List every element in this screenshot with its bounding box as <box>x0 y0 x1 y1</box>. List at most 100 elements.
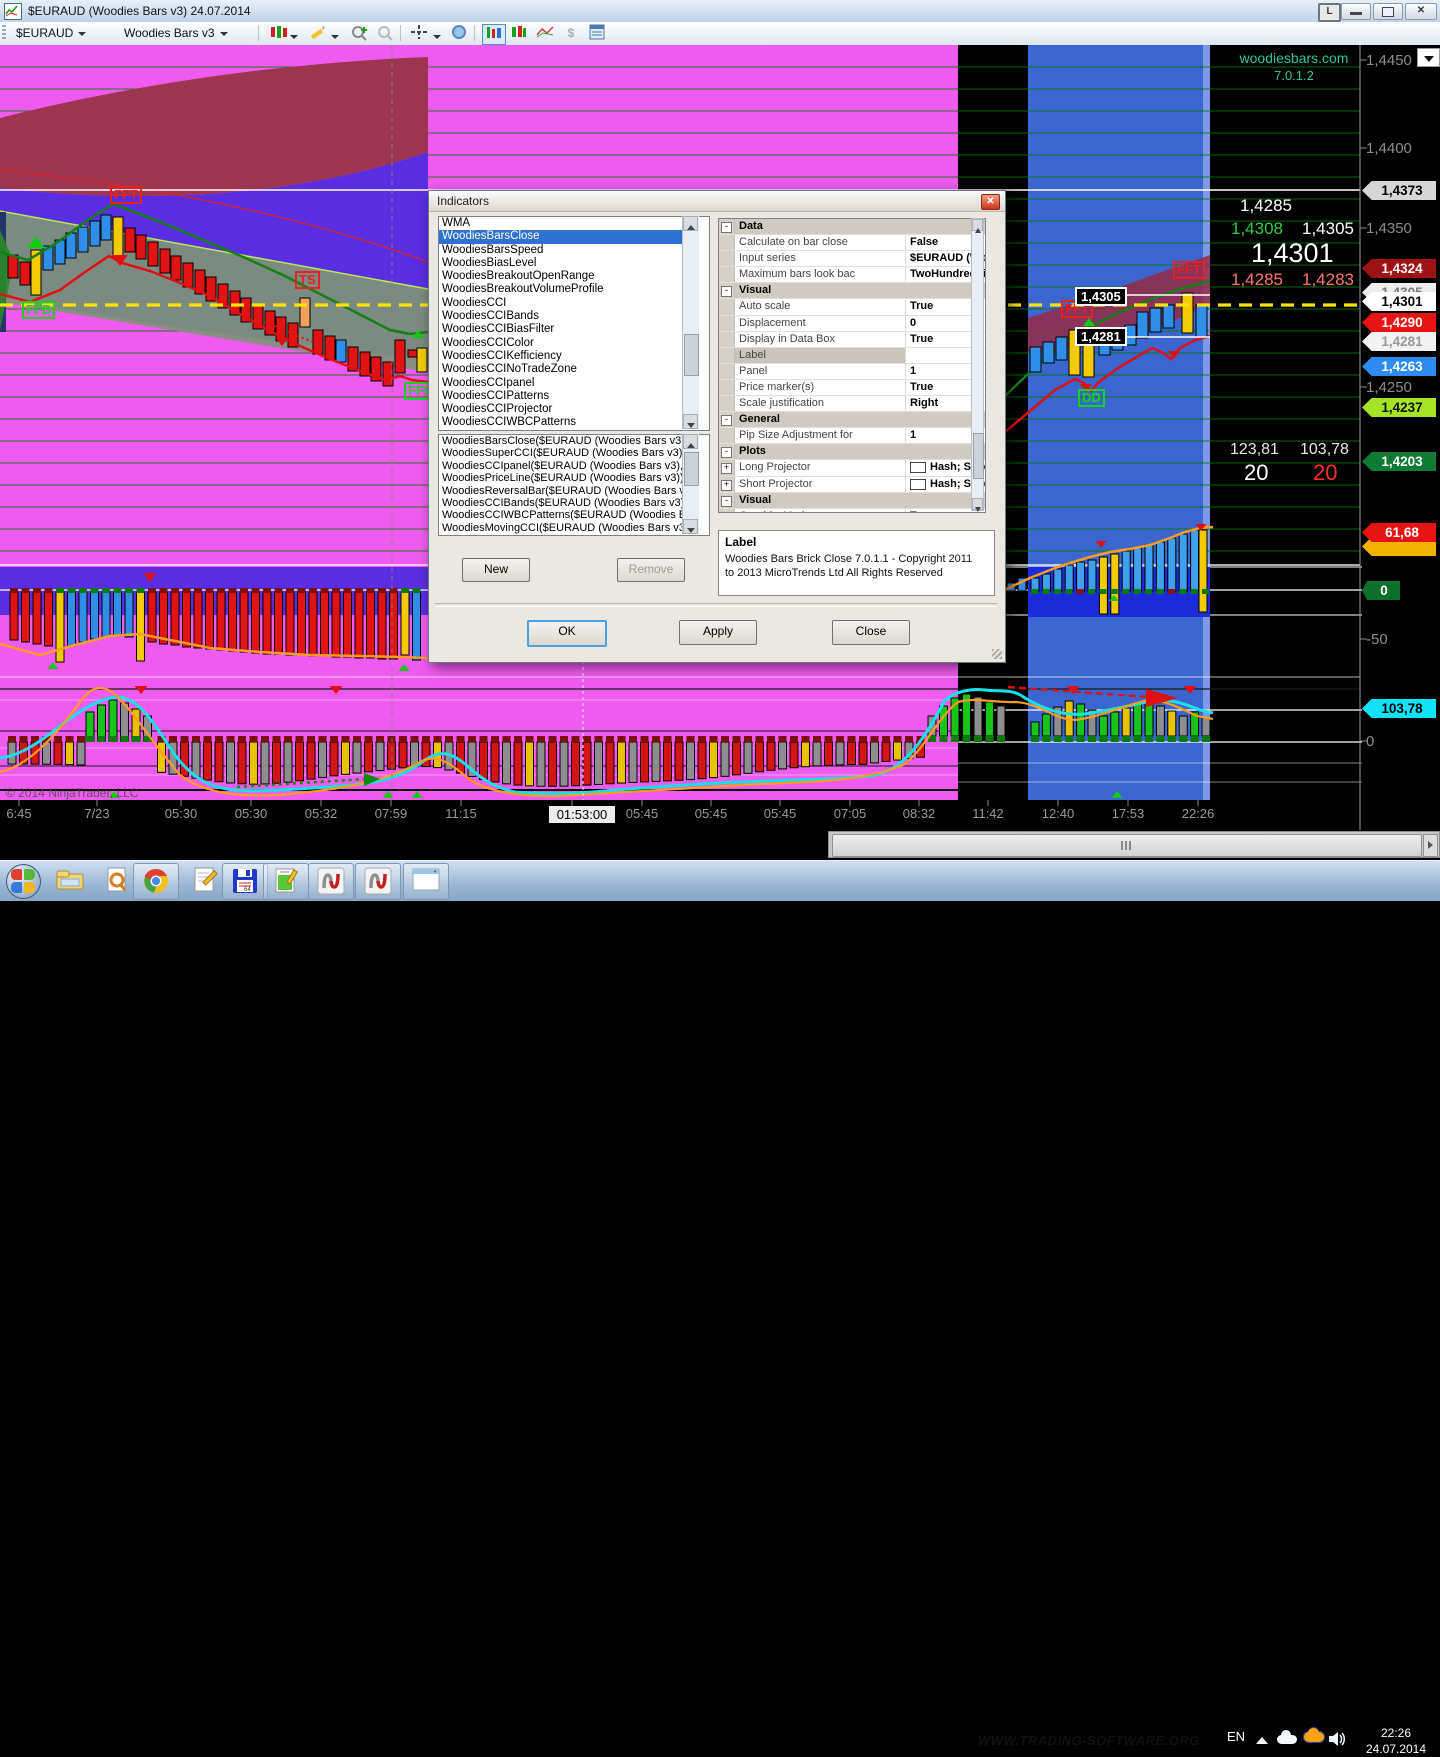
applied-indicator-item[interactable]: WoodiesCCIWBCPatterns($EURAUD (Woodies B… <box>439 509 690 521</box>
property-row[interactable]: + Short Projector Hash; Solid; 2px <box>719 477 985 493</box>
available-indicators-list[interactable]: WMAWoodiesBarsCloseWoodiesBarsSpeedWoodi… <box>438 216 710 431</box>
indicator-list-item[interactable]: WoodiesBreakoutOpenRange <box>439 270 690 283</box>
draw-tool-button[interactable] <box>306 24 340 43</box>
scroll-up-icon[interactable] <box>683 434 698 449</box>
tray-expand-icon[interactable] <box>1256 1737 1268 1744</box>
taskbar-window-button[interactable] <box>403 863 449 900</box>
indicator-list-item[interactable]: WoodiesBarsSpeed <box>439 244 690 257</box>
property-row[interactable]: - Data <box>719 219 985 235</box>
property-row[interactable]: GraphicsMode True <box>719 509 985 513</box>
bar-type-button[interactable] <box>266 24 300 43</box>
expander-icon[interactable]: - <box>721 415 732 426</box>
instrument-dropdown[interactable]: $EURAUD <box>12 24 90 42</box>
zoom-out-button[interactable] <box>374 24 396 43</box>
property-row[interactable]: Panel 1 <box>719 364 985 380</box>
tray-weather-icon[interactable] <box>1303 1731 1325 1743</box>
grid-scrollbar[interactable] <box>971 218 984 511</box>
dialog-titlebar[interactable]: Indicators ✕ <box>429 191 1005 212</box>
property-row[interactable]: Displacement 0 <box>719 316 985 332</box>
indicator-list-item[interactable]: WoodiesCCIBiasFilter <box>439 323 690 336</box>
series-dropdown[interactable]: Woodies Bars v3 <box>120 24 232 42</box>
new-button[interactable]: New <box>462 558 530 582</box>
close-dialog-button[interactable]: Close <box>832 620 910 645</box>
property-grid[interactable]: - Data Calculate on bar close False Inpu… <box>718 218 986 513</box>
hscroll-thumb[interactable] <box>832 834 1422 857</box>
expander-icon[interactable]: + <box>721 480 732 491</box>
applied-indicator-item[interactable]: WoodiesCCIpanel($EURAUD (Woodies Bars v3… <box>439 460 690 472</box>
axis-scroll-button[interactable] <box>1417 48 1440 67</box>
scroll-thumb[interactable] <box>684 334 699 376</box>
color-swatch[interactable] <box>910 462 926 473</box>
indicator-list-item[interactable]: WoodiesCCIBands <box>439 310 690 323</box>
property-row[interactable]: Display in Data Box True <box>719 332 985 348</box>
tray-clock[interactable]: 22:26 24.07.2014 <box>1356 1725 1436 1757</box>
taskbar-editor-button[interactable] <box>263 863 309 900</box>
applied-indicators-list[interactable]: WoodiesBarsClose($EURAUD (Woodies Bars v… <box>438 434 710 536</box>
hscrollbar[interactable] <box>828 831 1440 858</box>
indicator-list-item[interactable]: WoodiesCCIKefficiency <box>439 350 690 363</box>
zoom-in-button[interactable] <box>348 24 370 43</box>
applied-indicator-item[interactable]: WoodiesCCIBands($EURAUD (Woodies Bars v3… <box>439 497 690 509</box>
indicator-list-item[interactable]: WoodiesCCIColor <box>439 337 690 350</box>
color-swatch[interactable] <box>910 479 926 490</box>
chart-style-bars-button[interactable] <box>482 24 506 45</box>
currency-button[interactable]: $ <box>560 24 582 43</box>
property-row[interactable]: Input series $EURAUD (Woodies B <box>719 251 985 267</box>
toolbar-grip[interactable] <box>2 25 6 41</box>
property-row[interactable]: Pip Size Adjustment for 1 <box>719 428 985 444</box>
link-button[interactable]: L <box>1318 3 1341 22</box>
tray-language[interactable]: EN <box>1227 1729 1245 1744</box>
chart-style-candle-button[interactable] <box>508 24 530 43</box>
applied-list-scrollbar[interactable] <box>682 434 699 534</box>
available-list-scrollbar[interactable] <box>682 216 699 429</box>
scroll-up-icon[interactable] <box>972 219 983 231</box>
indicator-list-item[interactable]: WoodiesCCIProjector <box>439 403 690 416</box>
indicator-list-item[interactable]: WoodiesCCIWBCPatterns <box>439 416 690 429</box>
expander-icon[interactable]: + <box>721 463 732 474</box>
property-row[interactable]: Calculate on bar close False <box>719 235 985 251</box>
property-row[interactable]: Maximum bars look bac TwoHundredFiftySix <box>719 267 985 283</box>
property-row[interactable]: Auto scale True <box>719 299 985 315</box>
taskbar-save-button[interactable]: 64 <box>222 863 268 900</box>
hscroll-right-arrow[interactable] <box>1423 834 1438 857</box>
property-row[interactable]: + Long Projector Hash; Solid; 2px <box>719 460 985 476</box>
indicator-list-item[interactable]: WMA <box>439 217 690 230</box>
scroll-up-icon[interactable] <box>683 216 698 231</box>
indicator-list-item[interactable]: WoodiesBreakoutVolumeProfile <box>439 283 690 296</box>
taskbar-notepad-button[interactable] <box>183 863 227 898</box>
taskbar-explorer-button[interactable] <box>48 863 92 898</box>
taskbar-chrome-button[interactable] <box>133 863 179 900</box>
expander-icon[interactable]: - <box>721 496 732 507</box>
expander-icon[interactable]: - <box>721 222 732 233</box>
taskbar-ninjatrader-button[interactable] <box>308 863 354 900</box>
indicator-list-item[interactable]: WoodiesBiasLevel <box>439 257 690 270</box>
resize-grip[interactable] <box>992 649 1002 659</box>
property-row[interactable]: - Visual <box>719 283 985 299</box>
remove-button[interactable]: Remove <box>617 558 685 582</box>
close-button[interactable]: ✕ <box>1405 3 1437 20</box>
property-row[interactable]: Label <box>719 348 985 364</box>
applied-indicator-item[interactable]: WoodiesBarsClose($EURAUD (Woodies Bars v… <box>439 435 690 447</box>
tray-volume-icon[interactable] <box>1328 1731 1346 1752</box>
indicator-list-item[interactable]: WoodiesCCI <box>439 297 690 310</box>
indicator-list-item[interactable]: WoodiesCCIPatterns <box>439 390 690 403</box>
property-row[interactable]: Price marker(s) True <box>719 380 985 396</box>
taskbar-ninjatrader2-button[interactable] <box>355 863 401 900</box>
expander-icon[interactable]: - <box>721 447 732 458</box>
indicators-dialog[interactable]: Indicators ✕ WMAWoodiesBarsCloseWoodiesB… <box>428 190 1006 663</box>
applied-indicator-item[interactable]: WoodiesReversalBar($EURAUD (Woodies Bars… <box>439 485 690 497</box>
ok-button[interactable]: OK <box>527 620 607 647</box>
data-panel-button[interactable] <box>586 24 608 43</box>
property-row[interactable]: - Visual <box>719 493 985 509</box>
applied-indicator-item[interactable]: WoodiesPriceLine($EURAUD (Woodies Bars v… <box>439 472 690 484</box>
minimize-button[interactable] <box>1341 3 1371 20</box>
applied-indicator-item[interactable]: WoodiesSuperCCI($EURAUD (Woodies Bars v3… <box>439 447 690 459</box>
tray-cloud-icon[interactable] <box>1277 1735 1297 1744</box>
property-row[interactable]: - General <box>719 412 985 428</box>
indicator-list-item[interactable]: WoodiesCCINoTradeZone <box>439 363 690 376</box>
magnify-region-button[interactable] <box>448 24 470 43</box>
apply-button[interactable]: Apply <box>679 620 757 645</box>
indicator-list-item[interactable]: WoodiesCCIpanel <box>439 377 690 390</box>
scroll-down-icon[interactable] <box>972 498 983 510</box>
indicator-list-item[interactable]: WoodiesBarsClose <box>439 230 690 243</box>
